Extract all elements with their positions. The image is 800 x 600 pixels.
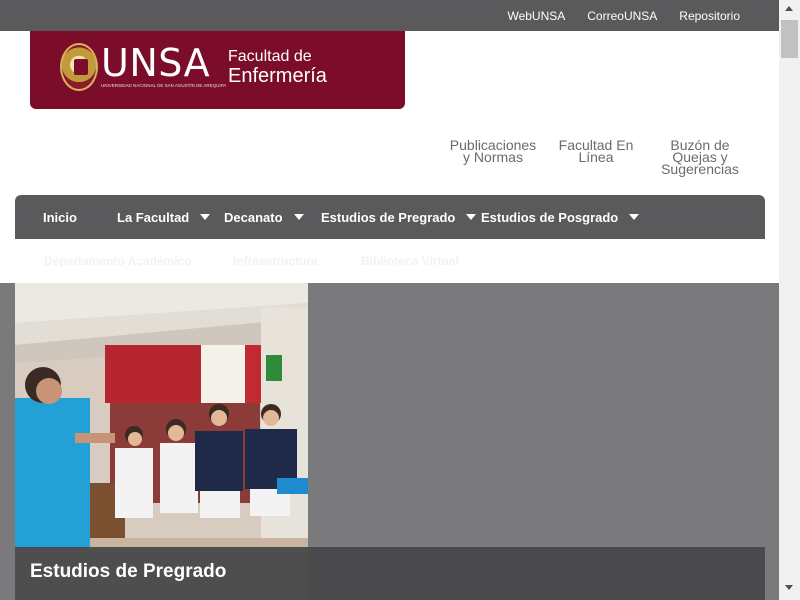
top-link-repositorio[interactable]: Repositorio (679, 9, 740, 23)
faculty-title-line1: Facultad de (228, 48, 312, 65)
quick-link-publicaciones[interactable]: Publicaciones y Normas (449, 138, 537, 164)
top-link-correounsa[interactable]: CorreoUNSA (587, 9, 657, 23)
chevron-down-icon (629, 214, 640, 220)
university-name: UNIVERSIDAD NACIONAL DE SAN AGUSTÍN DE A… (101, 83, 227, 88)
hero-caption[interactable]: Estudios de Pregrado (30, 561, 226, 583)
top-links: WebUNSA CorreoUNSA Repositorio (507, 0, 740, 31)
chevron-down-icon (466, 214, 477, 220)
nav-estudios-posgrado[interactable]: Estudios de Posgrado (481, 195, 640, 239)
scroll-down-arrow-icon[interactable] (785, 585, 793, 590)
nav-inicio[interactable]: Inicio (43, 195, 77, 239)
unsa-wordmark: UNSA (101, 41, 211, 85)
top-link-webunsa[interactable]: WebUNSA (507, 9, 565, 23)
main-nav: Inicio La Facultad Decanato Estudios de … (15, 195, 765, 239)
nav-departamento-academico[interactable]: Departamento Académico (44, 254, 192, 268)
university-seal-icon (60, 43, 98, 91)
nav-decanato[interactable]: Decanato (224, 195, 304, 239)
scrollbar-thumb[interactable] (781, 20, 798, 58)
top-bar: WebUNSA CorreoUNSA Repositorio (0, 0, 779, 31)
nav-biblioteca-virtual[interactable]: Biblioteca Virtual (361, 254, 459, 268)
nav-estudios-pregrado[interactable]: Estudios de Pregrado (321, 195, 477, 239)
chevron-down-icon (200, 214, 211, 220)
scroll-up-arrow-icon[interactable] (785, 6, 793, 11)
vertical-scrollbar[interactable] (779, 0, 800, 600)
faculty-title-line2: Enfermería (228, 65, 327, 87)
quick-link-buzon[interactable]: Buzón de Quejas y Sugerencias (657, 138, 743, 176)
chevron-down-icon (293, 214, 304, 220)
nav-la-facultad[interactable]: La Facultad (117, 195, 211, 239)
quick-link-facultad-en-linea[interactable]: Facultad En Línea (556, 138, 636, 164)
nav-infraestructura[interactable]: Infraestructura (233, 254, 318, 268)
